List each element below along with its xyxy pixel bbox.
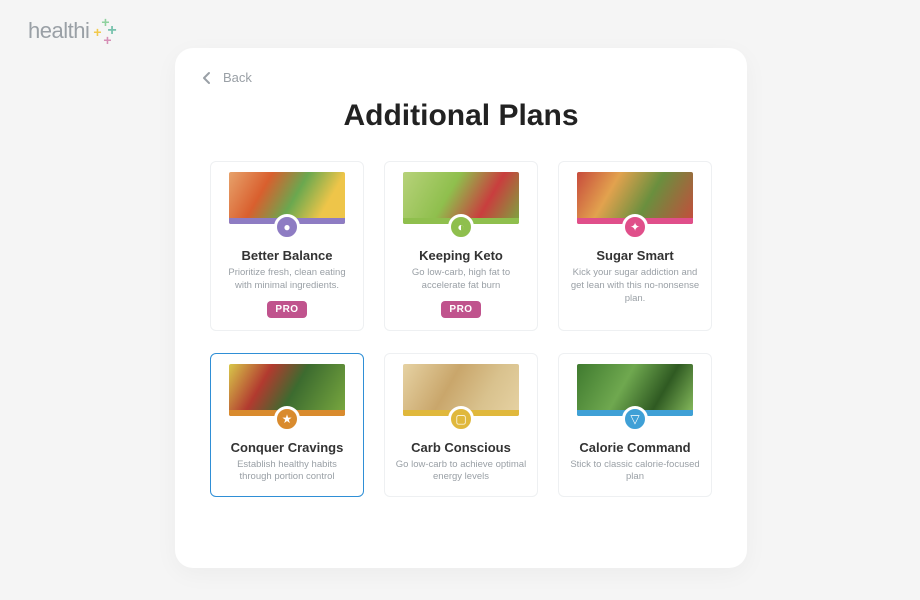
plan-thumbnail: ◐ xyxy=(403,172,519,230)
plan-card[interactable]: ● Better Balance Prioritize fresh, clean e… xyxy=(210,161,364,331)
apple-icon: ● xyxy=(274,214,300,240)
plan-description: Establish healthy habits through portion… xyxy=(221,459,353,485)
plan-title: Better Balance xyxy=(211,248,363,263)
plan-title: Keeping Keto xyxy=(385,248,537,263)
plan-description: Go low-carb, high fat to accelerate fat … xyxy=(395,267,527,293)
star-icon: ★ xyxy=(274,406,300,432)
bread-icon: ▢ xyxy=(448,406,474,432)
plan-title: Sugar Smart xyxy=(559,248,711,263)
plan-card[interactable]: ★ Conquer Cravings Establish healthy habit… xyxy=(210,353,364,498)
chevron-left-icon xyxy=(201,71,213,85)
plan-grid: ● Better Balance Prioritize fresh, clean e… xyxy=(201,161,721,497)
plan-thumbnail: ★ xyxy=(229,364,345,422)
plan-description: Stick to classic calorie-focused plan xyxy=(569,459,701,485)
pro-badge: PRO xyxy=(441,301,480,318)
brand-logo: healthi ++++ xyxy=(28,18,119,44)
avocado-icon: ◐ xyxy=(448,214,474,240)
plan-title: Conquer Cravings xyxy=(211,440,363,455)
drop-icon: ▽ xyxy=(622,406,648,432)
plan-description: Kick your sugar addiction and get lean w… xyxy=(569,267,701,305)
plan-title: Carb Conscious xyxy=(385,440,537,455)
back-button[interactable]: Back xyxy=(201,70,252,85)
plan-card[interactable]: ▢ Carb Conscious Go low-carb to achieve op… xyxy=(384,353,538,498)
back-label: Back xyxy=(223,70,252,85)
pro-badge: PRO xyxy=(267,301,306,318)
plan-thumbnail: ✦ xyxy=(577,172,693,230)
plans-panel: Back Additional Plans ● Better Balance Pri… xyxy=(175,48,747,568)
plan-description: Prioritize fresh, clean eating with mini… xyxy=(221,267,353,293)
plan-thumbnail: ▢ xyxy=(403,364,519,422)
plan-thumbnail: ▽ xyxy=(577,364,693,422)
plan-title: Calorie Command xyxy=(559,440,711,455)
lightbulb-icon: ✦ xyxy=(622,214,648,240)
brand-name: healthi xyxy=(28,18,89,44)
plan-card[interactable]: ✦ Sugar Smart Kick your sugar addiction an… xyxy=(558,161,712,331)
plan-card[interactable]: ▽ Calorie Command Stick to classic calorie… xyxy=(558,353,712,498)
plan-description: Go low-carb to achieve optimal energy le… xyxy=(395,459,527,485)
plan-thumbnail: ● xyxy=(229,172,345,230)
page-title: Additional Plans xyxy=(201,99,721,133)
plan-card[interactable]: ◐ Keeping Keto Go low-carb, high fat to ac… xyxy=(384,161,538,331)
brand-plus-icon: ++++ xyxy=(93,18,119,44)
